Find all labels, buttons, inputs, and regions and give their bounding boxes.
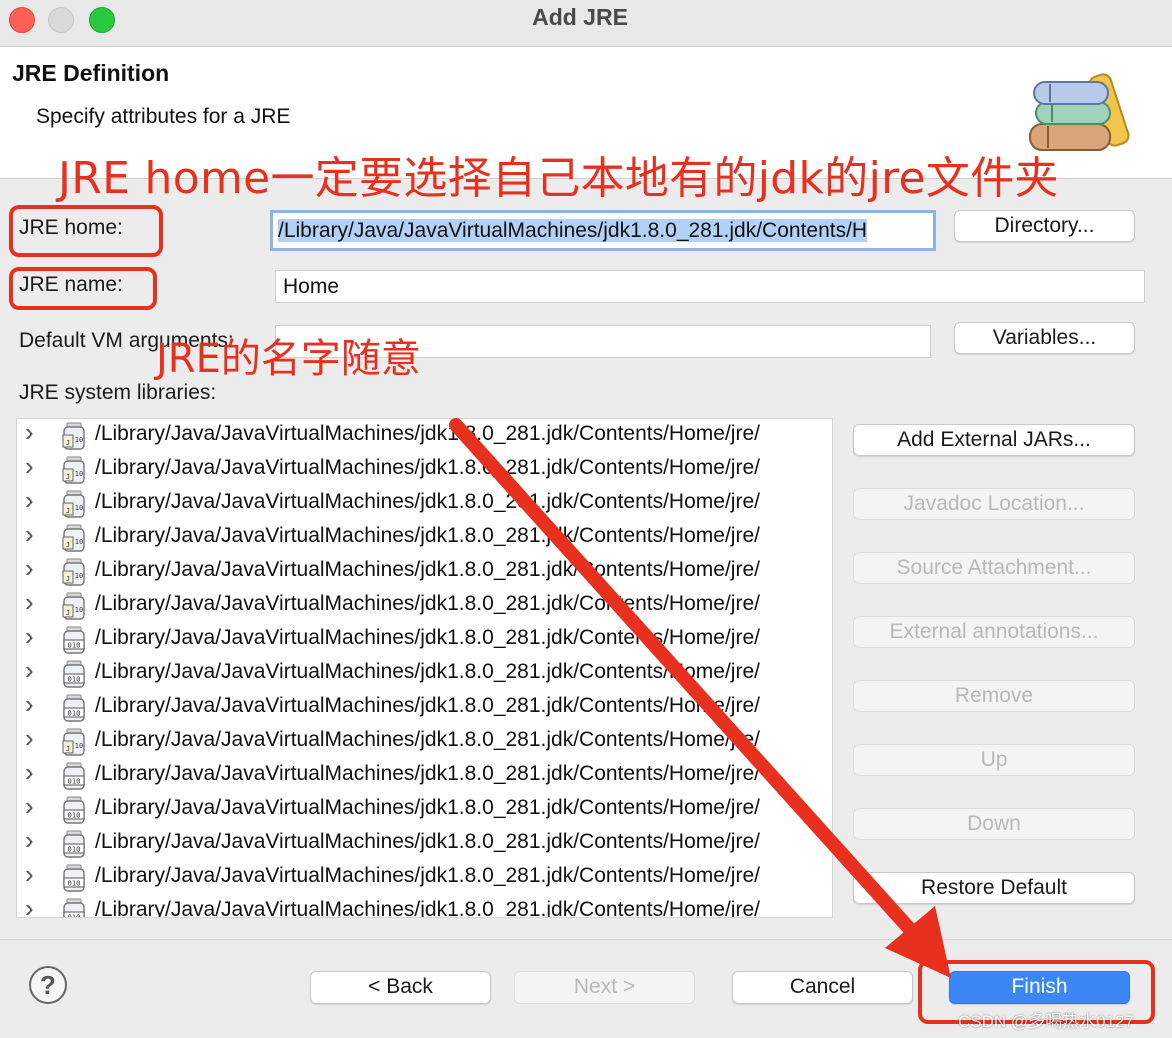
annotation-arrow <box>449 418 951 978</box>
watermark: CSDN @多喝热水0127 <box>958 1012 1134 1031</box>
